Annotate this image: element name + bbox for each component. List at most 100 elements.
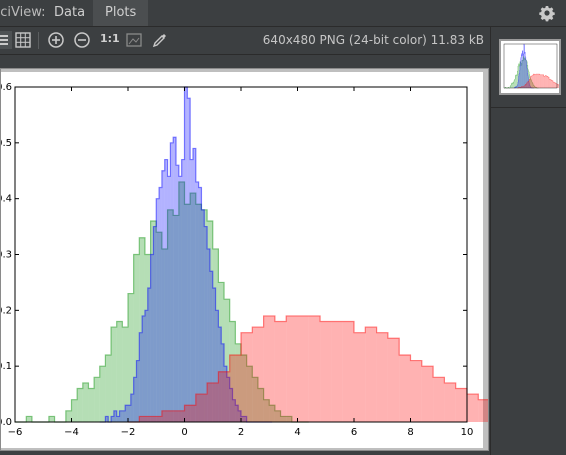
histogram-bar	[549, 79, 551, 88]
top-bar: SciView: Data Plots	[0, 0, 566, 27]
histogram-bar	[354, 332, 366, 422]
plot-thumbnail[interactable]	[499, 39, 566, 95]
histogram-bar	[71, 399, 78, 422]
histogram-bar	[176, 165, 179, 422]
histogram-bar	[297, 315, 309, 422]
x-tick-label: −4	[64, 427, 79, 438]
x-tick-label: 10	[461, 427, 474, 438]
histogram-bar	[94, 377, 100, 422]
histogram-bar	[173, 137, 177, 422]
gear-icon[interactable]	[538, 4, 556, 22]
fit-window-icon[interactable]	[125, 31, 143, 49]
x-tick-label: 4	[294, 427, 300, 438]
histogram-bar	[537, 74, 539, 88]
y-tick-label: 0.2	[1, 305, 12, 316]
x-tick-label: 0	[181, 427, 187, 438]
histogram-bar	[173, 410, 185, 422]
toolbar-separator	[38, 32, 39, 49]
histogram-bar	[534, 74, 536, 88]
x-tick-label: 8	[407, 427, 413, 438]
histogram-bar	[433, 377, 445, 422]
histogram-bar	[531, 75, 534, 88]
grid-icon[interactable]	[14, 31, 32, 49]
histogram-bar	[376, 332, 388, 422]
histogram-bar	[144, 310, 148, 422]
histogram-bar	[218, 371, 230, 422]
histogram-bar	[467, 394, 479, 422]
histogram-bar	[546, 76, 548, 88]
histogram-bar	[195, 181, 199, 422]
histogram-bar	[88, 388, 95, 422]
histogram-bar	[229, 355, 241, 422]
y-tick-label: 0.6	[1, 82, 12, 93]
histogram-bar	[122, 410, 126, 422]
histogram-bar	[111, 327, 117, 422]
actual-size-button[interactable]: 1:1	[100, 32, 120, 45]
histogram-bar	[198, 187, 202, 422]
y-tick-label: 0.5	[1, 138, 12, 149]
histogram-bar	[410, 360, 422, 422]
histogram-bar	[150, 416, 162, 422]
histogram-bar	[444, 382, 456, 422]
histogram-bar	[139, 416, 151, 422]
histogram-bar	[178, 176, 182, 422]
histogram-bar	[558, 85, 560, 88]
histogram-bar	[181, 159, 185, 422]
histogram-bar	[512, 83, 514, 88]
histogram-bar	[538, 74, 540, 88]
histogram-bar	[164, 159, 168, 422]
histogram-bar	[82, 382, 89, 422]
histogram-bar	[331, 321, 343, 422]
y-tick-label: 0.0	[1, 417, 12, 428]
histogram-bar	[48, 416, 55, 422]
histogram-bar	[545, 75, 547, 88]
histogram-bar	[184, 405, 196, 422]
list-view-icon[interactable]	[0, 31, 12, 49]
histogram-bar	[159, 187, 162, 422]
histogram-bar	[365, 327, 377, 422]
histogram-bar	[455, 388, 467, 422]
y-tick-label: 0.3	[1, 250, 12, 261]
histogram-bar	[190, 159, 193, 422]
histogram-bar	[99, 366, 106, 422]
histogram-plot: −6 −4 −2 0 2 4 6 8 10 0.0 0.1 0.2 0.3 0.4 0.5 0.6	[1, 72, 488, 448]
histogram-bar	[387, 338, 400, 422]
histogram-bar	[116, 416, 120, 422]
histogram-bar	[161, 170, 165, 422]
histogram-bar	[241, 332, 253, 422]
histogram-bar	[274, 321, 287, 422]
histogram-bar	[192, 148, 196, 422]
thumbnail-panel	[491, 27, 566, 455]
histogram-bar	[156, 198, 160, 422]
histogram-bar	[550, 79, 552, 88]
histogram-bar	[543, 76, 546, 88]
histogram-bar	[252, 327, 264, 422]
x-tick-label: 2	[238, 427, 244, 438]
tab-plots[interactable]: Plots	[93, 0, 149, 26]
histogram-bar	[539, 74, 542, 88]
eyedropper-icon[interactable]	[151, 31, 169, 49]
histogram-bar	[201, 209, 205, 422]
histogram-bar	[541, 74, 543, 88]
histogram-bar	[26, 416, 32, 422]
x-tick-label: 6	[351, 427, 357, 438]
histogram-bar	[207, 382, 219, 422]
x-tick-label: −2	[121, 427, 136, 438]
x-tick-label: −6	[8, 427, 23, 438]
y-tick-label: 0.4	[1, 194, 12, 205]
histogram-bar	[170, 142, 174, 422]
histogram-bar	[65, 410, 72, 422]
histogram-bar	[542, 74, 544, 88]
histogram-bar	[308, 315, 321, 422]
thumbnail-histogram	[503, 43, 566, 89]
histogram-bar	[478, 399, 488, 422]
histogram-bar	[263, 315, 275, 422]
zoom-out-icon[interactable]	[73, 31, 91, 49]
zoom-in-icon[interactable]	[47, 31, 65, 49]
thumbnail-strip	[491, 27, 566, 108]
histogram-bar	[533, 74, 535, 88]
histogram-bar	[286, 315, 298, 422]
image-toolbar: 1:1 640x480 PNG (24-bit color) 11.83 kB	[0, 27, 490, 55]
tab-data[interactable]: Data	[42, 0, 97, 26]
app-title: SciView:	[0, 5, 46, 20]
